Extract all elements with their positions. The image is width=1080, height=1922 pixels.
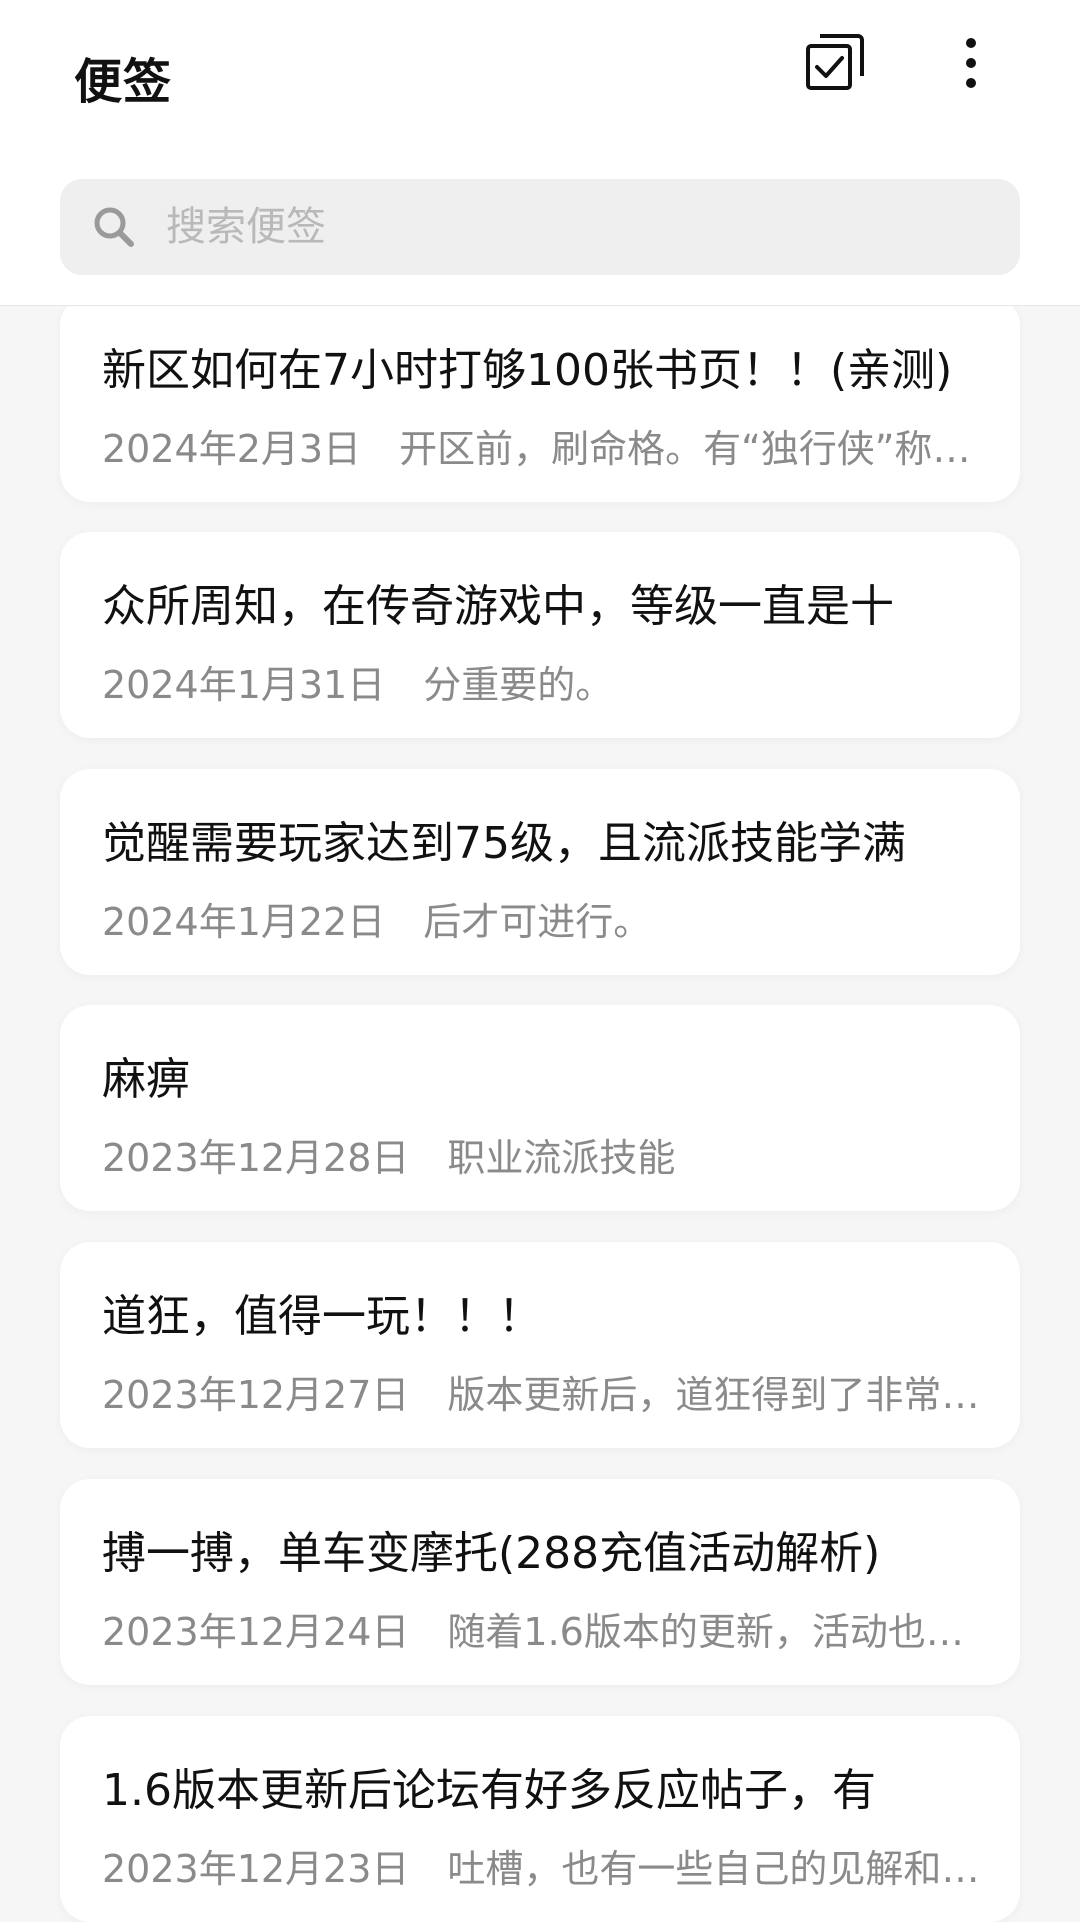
note-meta: 2024年1月22日 后才可进行。 (102, 891, 992, 946)
note-title: 搏一搏，单车变摩托(288充值活动解析) (102, 1528, 881, 1579)
edit-select-button[interactable] (800, 28, 870, 98)
note-date: 2023年12月23日 (102, 1847, 410, 1891)
note-meta: 2024年2月3日 开区前，刷命格。有“独行侠”称号的 (102, 418, 992, 473)
note-date: 2023年12月27日 (102, 1373, 410, 1417)
more-vertical-icon (966, 38, 976, 88)
note-date: 2023年12月24日 (102, 1610, 410, 1654)
app-header: 便签 (0, 0, 1080, 306)
note-card[interactable]: 众所周知，在传奇游戏中，等级一直是十 2024年1月31日 分重要的。 (60, 532, 1020, 738)
note-preview: 后才可进行。 (423, 900, 652, 944)
note-card[interactable]: 1.6版本更新后论坛有好多反应帖子，有 2023年12月23日 吐槽，也有一些自己… (60, 1716, 1020, 1922)
search-bar[interactable] (60, 179, 1020, 275)
note-card[interactable]: 道狂，值得一玩！！！ 2023年12月27日版本更新后，道狂得到了非常大的加强 (60, 1242, 1020, 1448)
note-meta: 2023年12月28日 职业流派技能 (102, 1127, 992, 1182)
note-meta: 2023年12月24日随着1.6版本的更新，活动也随之更新 (102, 1601, 992, 1656)
note-card[interactable]: 新区如何在7小时打够100张书页！！(亲测) 2024年2月3日 开区前，刷命格。… (60, 296, 1020, 502)
checkbox-edit-icon (806, 34, 864, 90)
note-title: 觉醒需要玩家达到75级，且流派技能学满 (102, 818, 906, 869)
note-card[interactable]: 觉醒需要玩家达到75级，且流派技能学满 2024年1月22日 后才可进行。 (60, 769, 1020, 975)
note-title: 1.6版本更新后论坛有好多反应帖子，有 (102, 1765, 876, 1816)
note-preview: 版本更新后，道狂得到了非常大的加强 (447, 1373, 992, 1417)
note-preview: 吐槽，也有一些自己的见解和建议 (447, 1847, 992, 1891)
note-preview: 随着1.6版本的更新，活动也随之更新 (447, 1610, 992, 1654)
note-date: 2024年2月3日 (102, 427, 362, 471)
note-preview: 职业流派技能 (447, 1136, 676, 1180)
page-title: 便签 (74, 54, 173, 110)
note-preview: 分重要的。 (423, 663, 614, 707)
note-date: 2023年12月28日 (102, 1136, 410, 1180)
note-preview: 开区前，刷命格。有“独行侠”称号的 (399, 427, 992, 471)
search-input[interactable] (164, 203, 988, 251)
note-card[interactable]: 麻痹 2023年12月28日 职业流派技能 (60, 1005, 1020, 1211)
note-date: 2024年1月22日 (102, 900, 386, 944)
note-title: 新区如何在7小时打够100张书页！！(亲测) (102, 345, 953, 396)
note-title: 麻痹 (102, 1054, 190, 1105)
search-icon (86, 199, 142, 255)
more-options-button[interactable] (936, 28, 1006, 98)
note-meta: 2023年12月27日版本更新后，道狂得到了非常大的加强 (102, 1364, 992, 1419)
note-date: 2024年1月31日 (102, 663, 386, 707)
note-title: 众所周知，在传奇游戏中，等级一直是十 (102, 581, 894, 632)
note-title: 道狂，值得一玩！！！ (102, 1291, 542, 1342)
note-meta: 2023年12月23日 吐槽，也有一些自己的见解和建议 (102, 1838, 992, 1893)
note-card[interactable]: 搏一搏，单车变摩托(288充值活动解析) 2023年12月24日 随着1.6版本的… (60, 1479, 1020, 1685)
note-meta: 2024年1月31日 分重要的。 (102, 654, 992, 709)
